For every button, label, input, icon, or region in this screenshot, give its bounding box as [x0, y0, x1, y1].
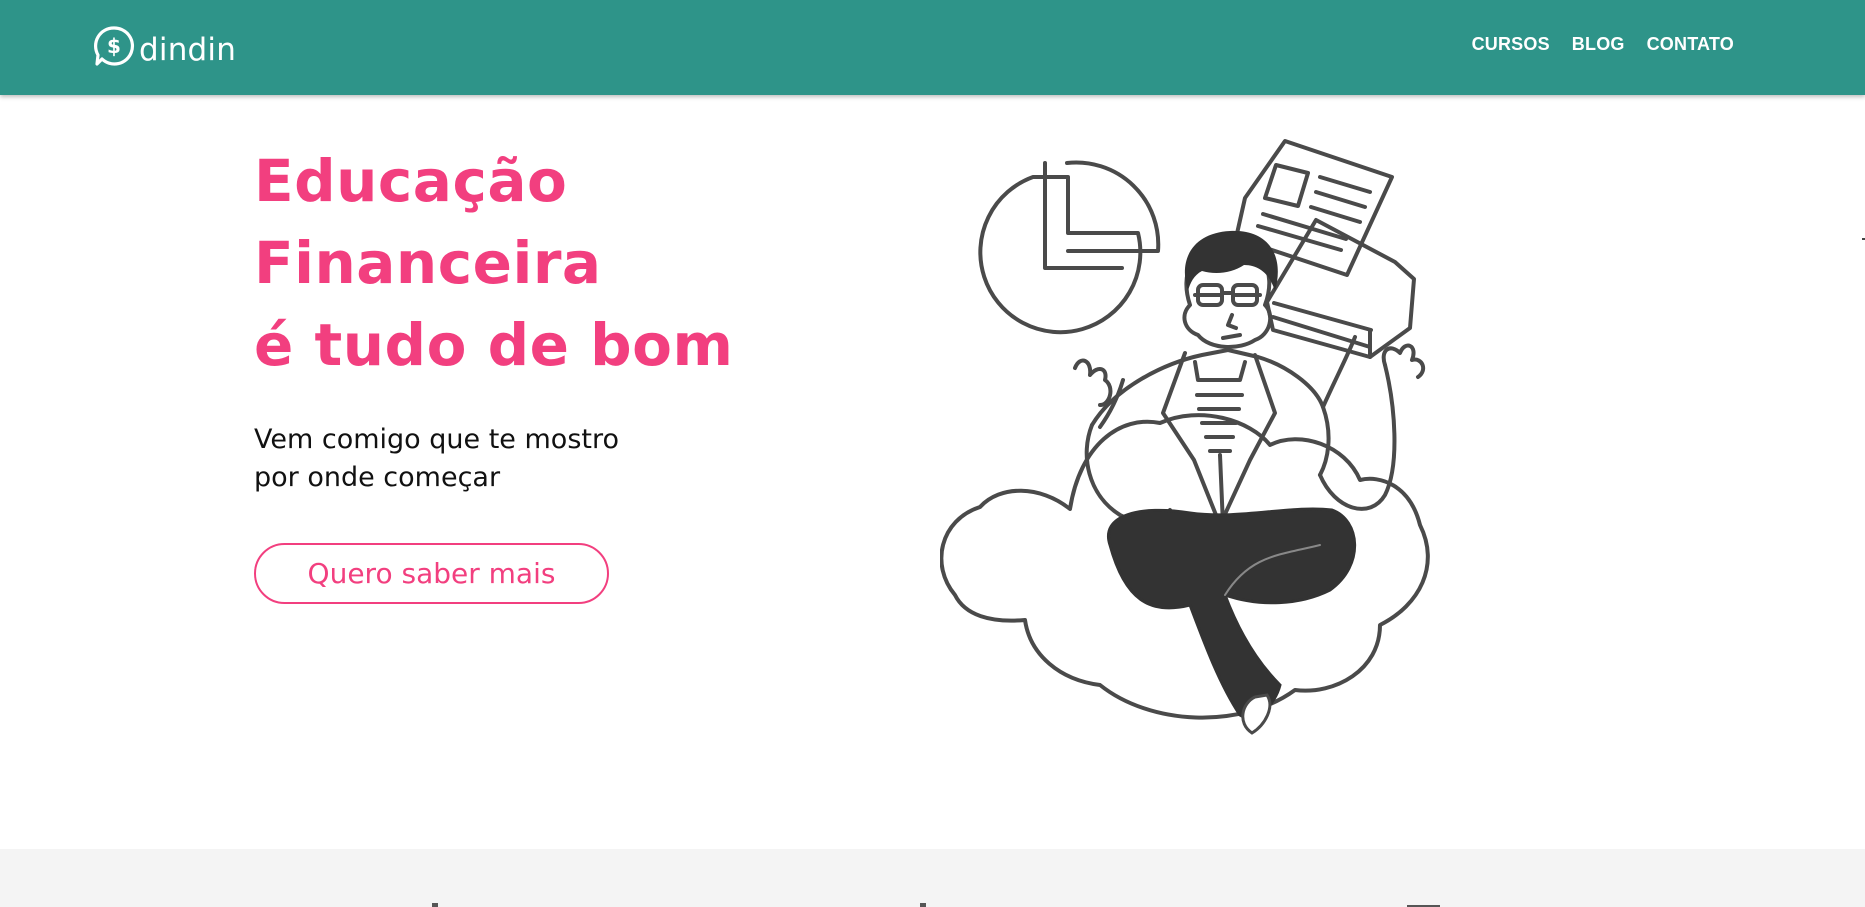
brand-logo-link[interactable]: $ dindin	[93, 24, 236, 68]
hero-subtitle: Vem comigo que te mostro por onde começa…	[254, 421, 619, 497]
person-pants	[1107, 507, 1357, 720]
next-section-icon-fragment-2	[920, 903, 926, 907]
brand-name: dindin	[139, 32, 237, 68]
hero-title-line-1: Educação	[254, 147, 568, 215]
nav-link-contato[interactable]: CONTATO	[1647, 34, 1734, 55]
main-nav: CURSOS BLOG CONTATO	[1450, 34, 1734, 55]
top-navbar: $ dindin CURSOS BLOG CONTATO	[0, 0, 1865, 95]
hero-title-line-2: Financeira	[254, 229, 602, 297]
nav-link-cursos[interactable]: CURSOS	[1472, 34, 1550, 55]
cta-button[interactable]: Quero saber mais	[254, 543, 609, 604]
hero-subtitle-line-2: por onde começar	[254, 462, 501, 493]
person-hair	[1184, 230, 1278, 291]
pie-chart-icon	[978, 160, 1161, 335]
dollar-speech-bubble-icon: $	[94, 26, 134, 66]
next-section-icon-fragment-1	[432, 903, 438, 907]
hero-title: Educação Financeira é tudo de bom	[254, 140, 733, 386]
nav-link-blog[interactable]: BLOG	[1572, 34, 1625, 55]
next-section-preview	[0, 849, 1865, 907]
svg-text:$: $	[107, 34, 121, 58]
hero-title-line-3: é tudo de bom	[254, 311, 734, 379]
hero-illustration	[940, 139, 1430, 735]
person-figure	[1073, 244, 1426, 527]
hero-subtitle-line-1: Vem comigo que te mostro	[254, 424, 620, 455]
